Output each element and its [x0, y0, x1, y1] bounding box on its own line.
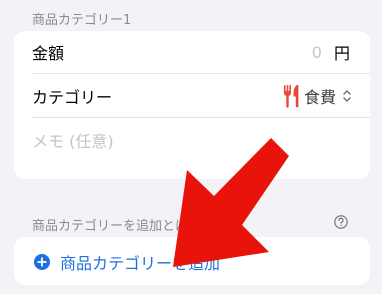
question-circle-icon[interactable]: [334, 215, 348, 229]
category-picker[interactable]: 食費: [283, 84, 352, 108]
category-label: カテゴリー: [32, 87, 113, 107]
amount-value[interactable]: 0: [312, 43, 322, 62]
amount-label: 金額: [32, 44, 65, 63]
category-value: 食費: [303, 87, 336, 107]
chevron-updown-icon: [343, 89, 351, 102]
plus-circle-icon: [34, 254, 50, 270]
amount-field[interactable]: 0 円: [312, 40, 350, 64]
category-row[interactable]: カテゴリー 食費: [14, 74, 370, 117]
add-category-card: 商品カテゴリーを追加: [14, 237, 370, 285]
add-category-label: 商品カテゴリーを追加: [60, 254, 221, 273]
memo-row[interactable]: メモ (任意): [14, 118, 370, 161]
section-title: 商品カテゴリー1: [32, 13, 132, 28]
item-category-card: 金額 0 円 カテゴリー 食費 メモ (任意): [14, 31, 370, 179]
memo-field[interactable]: メモ (任意): [32, 128, 114, 152]
add-category-button[interactable]: 商品カテゴリーを追加: [34, 250, 220, 274]
amount-unit: 円: [333, 44, 350, 63]
fork-knife-icon: [283, 84, 299, 108]
help-title: 商品カテゴリーを追加とは？: [32, 219, 202, 234]
amount-row[interactable]: 金額 0 円: [14, 31, 370, 73]
